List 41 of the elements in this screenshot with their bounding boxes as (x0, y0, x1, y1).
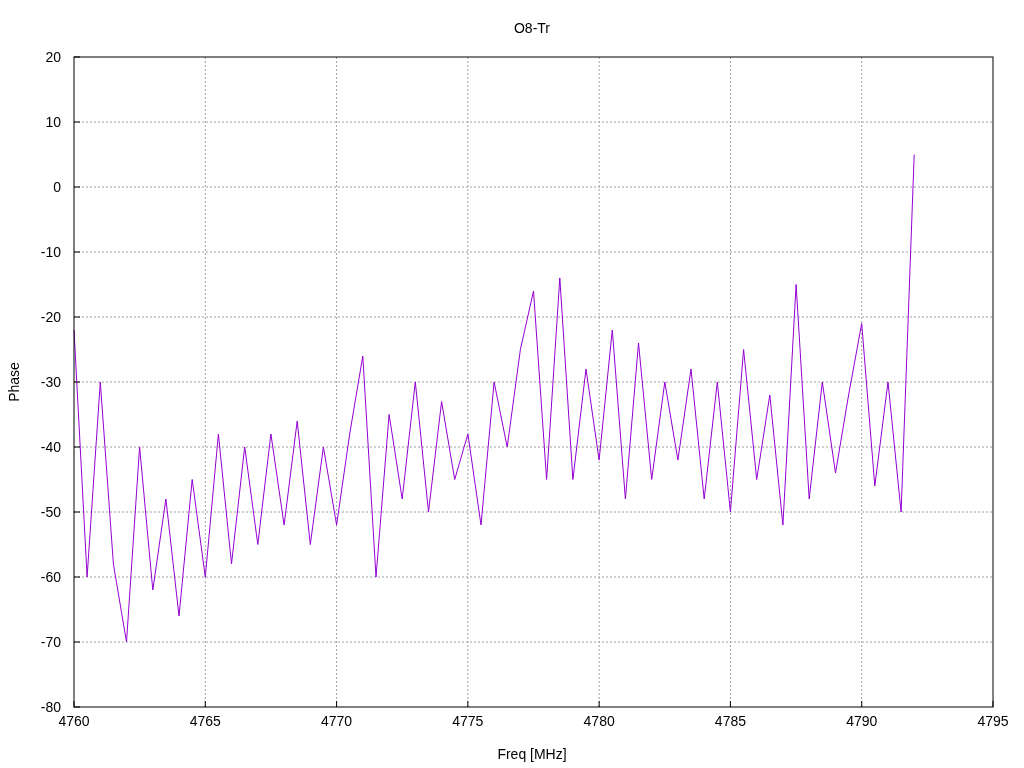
y-tick-mark (73, 576, 81, 578)
x-tick-label: 4790 (846, 713, 878, 729)
y-tick-label: -50 (40, 504, 61, 520)
y-tick-mark (73, 186, 81, 188)
y-tick-label: -30 (40, 374, 61, 390)
x-tick-label: 4795 (977, 713, 1009, 729)
y-tick-label: -10 (40, 244, 61, 260)
y-tick-label: -40 (40, 439, 61, 455)
y-tick-mark (73, 56, 81, 58)
y-tick-mark (73, 641, 81, 643)
x-tick-label: 4775 (452, 713, 484, 729)
x-tick-mark (861, 700, 863, 708)
y-tick-label: -60 (40, 569, 61, 585)
x-tick-mark (467, 700, 469, 708)
x-tick-mark (73, 700, 75, 708)
y-tick-label: 10 (45, 114, 61, 130)
x-tick-mark (992, 700, 994, 708)
y-tick-label: -80 (40, 699, 61, 715)
y-axis-label: Phase (6, 362, 22, 402)
y-tick-label: -20 (40, 309, 61, 325)
y-tick-label: -70 (40, 634, 61, 650)
x-axis-label: Freq [MHz] (497, 746, 567, 762)
y-tick-mark (73, 316, 81, 318)
y-tick-label: 20 (45, 49, 61, 65)
x-tick-label: 4765 (189, 713, 221, 729)
x-tick-mark (336, 700, 338, 708)
y-tick-mark (73, 381, 81, 383)
chart-title: O8-Tr (514, 20, 550, 36)
x-tick-label: 4760 (58, 713, 90, 729)
x-tick-label: 4780 (583, 713, 615, 729)
y-tick-mark (73, 446, 81, 448)
y-tick-mark (73, 706, 81, 708)
y-tick-mark (73, 511, 81, 513)
y-tick-mark (73, 251, 81, 253)
y-tick-mark (73, 121, 81, 123)
x-tick-label: 4785 (714, 713, 746, 729)
x-tick-label: 4770 (321, 713, 353, 729)
x-tick-mark (204, 700, 206, 708)
y-tick-label: 0 (53, 179, 61, 195)
x-tick-mark (598, 700, 600, 708)
x-tick-mark (729, 700, 731, 708)
